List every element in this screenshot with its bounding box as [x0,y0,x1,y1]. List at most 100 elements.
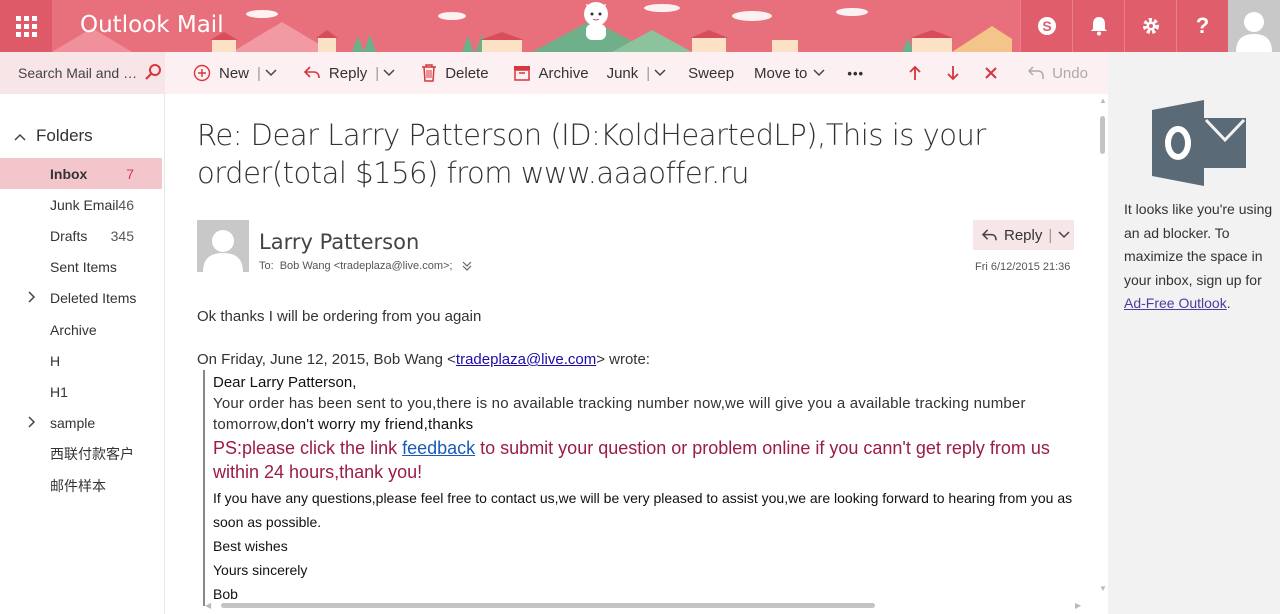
chevron-right-icon[interactable] [28,291,36,306]
search-placeholder: Search Mail and People [18,65,140,81]
command-bar: New | Reply | Delete Archive Junk | Swee… [165,52,1108,94]
horizontal-scrollbar[interactable]: ◀ ▶ [165,600,1097,614]
scroll-down-icon[interactable]: ▼ [1099,584,1107,593]
quote-header: On Friday, June 12, 2015, Bob Wang <trad… [197,351,650,368]
folder-item[interactable]: H1 [0,376,162,407]
quote-contact: If you have any questions,please feel fr… [213,490,1073,530]
chevron-down-icon[interactable] [265,69,277,77]
folder-count: 7 [126,165,134,182]
quoted-message: Dear Larry Patterson, Your order has bee… [203,370,1083,606]
recipients-line: To: Bob Wang <tradeplaza@live.com>; [259,260,472,272]
trash-icon [422,64,437,82]
folder-label: 邮件样本 [50,477,106,494]
reply-message-label: Reply [1004,226,1043,244]
chevron-down-icon [813,69,825,77]
recipient[interactable]: Bob Wang <tradeplaza@live.com>; [280,260,453,272]
quote-best-wishes: Best wishes [213,538,288,554]
folder-item[interactable]: Archive [0,314,162,345]
folder-item[interactable]: H [0,345,162,376]
folder-item[interactable]: Deleted Items [0,283,162,314]
settings-button[interactable] [1124,0,1176,52]
chevron-down-icon[interactable] [1058,231,1070,239]
close-message-button[interactable] [968,52,1006,94]
feedback-link[interactable]: feedback [402,438,475,458]
ad-blocker-message: It looks like you're using an ad blocker… [1124,198,1276,316]
quote-yours: Yours sincerely [213,562,308,578]
help-icon: ? [1195,13,1210,38]
svg-text:S: S [1042,18,1051,34]
header-actions: S ? [1020,0,1228,52]
junk-label: Junk [606,64,639,82]
scroll-up-icon[interactable]: ▲ [1099,96,1107,105]
search-icon[interactable] [144,63,162,81]
quote-order-tail: don't worry my friend,thanks [280,416,474,433]
archive-button[interactable]: Archive [497,52,597,94]
new-label: New [219,64,250,82]
chevron-down-icon[interactable] [654,69,666,77]
app-launcher-button[interactable] [0,0,52,52]
delete-button[interactable]: Delete [403,52,496,94]
gear-icon [1142,18,1159,34]
scroll-right-icon[interactable]: ▶ [1075,601,1081,610]
folder-label: Sent Items [50,259,117,276]
arrow-up-icon [909,65,921,80]
help-button[interactable]: ? [1176,0,1228,52]
folder-item[interactable]: 西联付款客户 [0,439,162,470]
folder-item[interactable]: 邮件样本 [0,470,162,501]
arrow-down-icon [947,66,959,81]
scroll-left-icon[interactable]: ◀ [205,601,211,610]
to-prefix: To: [259,260,274,272]
junk-button[interactable]: Junk | [597,52,675,94]
notifications-button[interactable] [1072,0,1124,52]
reply-label: Reply [328,64,368,82]
next-message-button[interactable] [930,52,968,94]
folder-label: H1 [50,383,68,400]
quote-greeting: Dear Larry Patterson, [213,374,357,391]
message-subject: Re: Dear Larry Patterson (ID:KoldHearted… [197,118,986,190]
bell-icon [1090,17,1107,36]
vertical-scrollbar[interactable]: ▲ ▼ [1097,94,1108,600]
sender-name[interactable]: Larry Patterson [259,230,419,254]
chevron-down-icon[interactable] [383,69,395,77]
folders-toggle[interactable]: Folders [14,126,93,146]
expand-recipients-icon[interactable] [462,261,472,271]
reply-message-button[interactable]: Reply | [973,220,1074,250]
previous-message-button[interactable] [872,52,930,94]
sweep-button[interactable]: Sweep [674,52,742,94]
quote-header-post: > wrote: [596,351,650,368]
horizontal-scroll-thumb[interactable] [221,603,875,608]
archive-icon [513,66,530,81]
ad-text: It looks like you're using an ad blocker… [1124,201,1273,288]
folders-heading: Folders [36,126,93,145]
more-actions-button[interactable]: ••• [833,52,872,94]
chevron-up-icon [14,128,26,144]
new-button[interactable]: New | [165,52,285,94]
message-body-line: Ok thanks I will be ordering from you ag… [197,308,482,325]
skype-button[interactable]: S [1020,0,1072,52]
plus-circle-icon [193,64,211,82]
sender-email-link[interactable]: tradeplaza@live.com [456,351,596,368]
chevron-right-icon[interactable] [28,416,36,431]
folder-label: sample [50,415,96,432]
app-title[interactable]: Outlook Mail [80,12,224,38]
ad-tail: . [1226,295,1231,311]
undo-icon [1028,66,1044,79]
profile-button[interactable] [1228,0,1280,52]
outlook-logo-icon [1152,100,1246,186]
ad-free-outlook-link[interactable]: Ad-Free Outlook [1124,295,1227,311]
move-to-label: Move to [754,64,808,82]
folder-item[interactable]: Inbox 7 [0,158,162,189]
folder-label: Archive [50,321,97,338]
folder-item[interactable]: sample [0,408,162,439]
move-to-button[interactable]: Move to [742,52,833,94]
folder-item[interactable]: Sent Items [0,252,162,283]
reply-toolbar-button[interactable]: Reply | [285,52,403,94]
vertical-scroll-thumb[interactable] [1100,116,1105,154]
folder-count: 46 [118,196,134,213]
search-input[interactable]: Search Mail and People [0,52,165,94]
message-date: Fri 6/12/2015 21:36 [975,261,1071,273]
folder-item[interactable]: Junk Email 46 [0,189,162,220]
undo-button[interactable]: Undo [1006,52,1096,94]
delete-label: Delete [445,64,489,82]
folder-item[interactable]: Drafts 345 [0,220,162,251]
